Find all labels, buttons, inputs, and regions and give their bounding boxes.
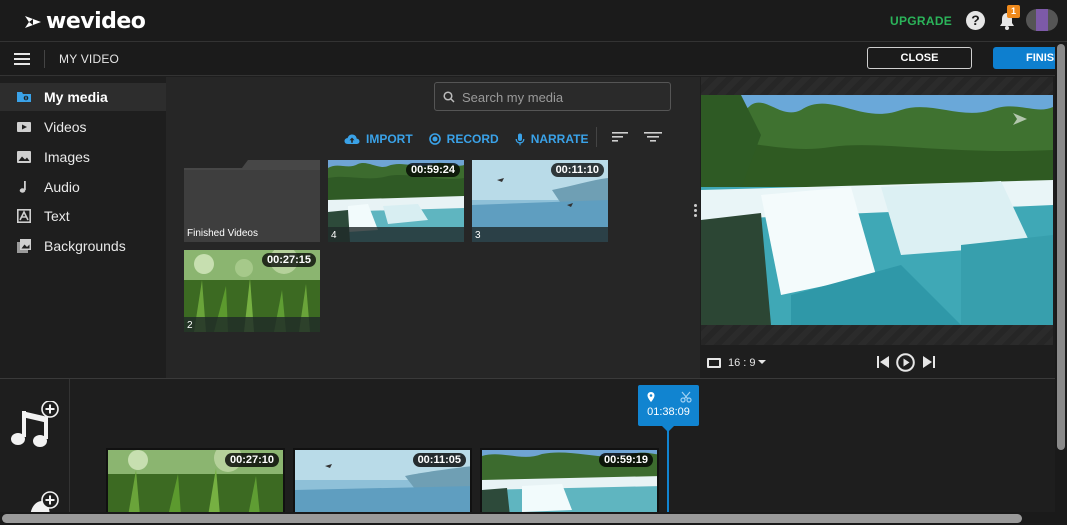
- media-item-video[interactable]: 00:27:15 2: [184, 250, 320, 332]
- cloud-upload-icon: [344, 134, 360, 144]
- narrate-label: NARRATE: [530, 132, 589, 146]
- playhead-line[interactable]: [667, 429, 669, 525]
- wevideo-editor: wevideo UPGRADE ? 1 MY VIDEO CLOSE FINIS…: [0, 0, 1067, 525]
- track-headers: [0, 379, 70, 525]
- media-item-video[interactable]: 00:11:10 3: [472, 160, 608, 242]
- import-label: IMPORT: [366, 132, 413, 146]
- microphone-icon: [515, 133, 525, 145]
- music-note-icon: [19, 181, 26, 193]
- thumbnail-strip: [328, 227, 464, 242]
- media-item-video[interactable]: 00:59:24 4: [328, 160, 464, 242]
- thumbnail-strip: [472, 227, 608, 242]
- menu-icon[interactable]: [14, 53, 30, 65]
- close-button[interactable]: CLOSE: [867, 47, 972, 69]
- timeline-clip[interactable]: 00:59:19: [480, 448, 659, 514]
- play-icon[interactable]: [896, 353, 915, 372]
- media-actions: IMPORT RECORD NARRATE: [344, 131, 604, 147]
- upgrade-link[interactable]: UPGRADE: [890, 14, 952, 28]
- item-number: 4: [331, 230, 337, 241]
- panel-resize-handle[interactable]: [694, 204, 698, 218]
- preview-panel: [701, 77, 1053, 345]
- sidebar-item-images[interactable]: Images: [0, 143, 166, 171]
- duration-badge: 00:27:10: [224, 453, 279, 467]
- skip-previous-icon[interactable]: [876, 354, 890, 370]
- duration-badge: 00:27:15: [261, 253, 316, 267]
- add-music-track-icon[interactable]: [10, 401, 60, 451]
- search-icon: [443, 91, 455, 103]
- duration-badge: 00:11:10: [550, 163, 604, 177]
- playhead-marker[interactable]: 01:38:09: [638, 385, 699, 426]
- folder-finished-videos[interactable]: Finished Videos: [184, 160, 320, 242]
- location-pin-icon[interactable]: [647, 392, 655, 402]
- video-icon: [17, 122, 31, 132]
- project-bar: MY VIDEO CLOSE FINISH: [0, 42, 1067, 76]
- record-icon: [428, 133, 441, 145]
- video-preview[interactable]: [701, 95, 1053, 325]
- horizontal-scrollbar[interactable]: [0, 512, 1055, 525]
- record-button[interactable]: RECORD: [428, 132, 499, 146]
- vertical-scrollbar[interactable]: [1055, 42, 1067, 525]
- sidebar-item-label: Audio: [44, 179, 80, 195]
- timeline: 00:27:10 00:11:05 00:59:19 01:38:09: [0, 378, 1055, 525]
- chevron-down-icon[interactable]: [758, 360, 766, 364]
- notification-count-badge: 1: [1007, 5, 1020, 18]
- sidebar-item-label: Text: [44, 208, 70, 224]
- duration-badge: 00:11:05: [412, 453, 466, 467]
- aspect-ratio-select[interactable]: 16 : 9: [728, 357, 756, 369]
- skip-next-icon[interactable]: [922, 354, 936, 370]
- sidebar-item-audio[interactable]: Audio: [0, 173, 166, 201]
- narrate-button[interactable]: NARRATE: [515, 132, 589, 146]
- sidebar-item-my-media[interactable]: My media: [0, 83, 166, 111]
- horizontal-scrollbar-thumb[interactable]: [2, 514, 1022, 523]
- vertical-scrollbar-thumb[interactable]: [1057, 44, 1065, 450]
- sidebar-item-label: Images: [44, 149, 90, 165]
- scissors-icon[interactable]: [680, 391, 692, 403]
- divider: [44, 50, 45, 68]
- user-avatar[interactable]: [1026, 9, 1058, 31]
- sidebar-item-videos[interactable]: Videos: [0, 113, 166, 141]
- duration-badge: 00:59:24: [405, 163, 460, 177]
- item-number: 3: [475, 230, 481, 241]
- logo-mark-icon: [25, 15, 41, 28]
- sidebar-item-label: Videos: [44, 119, 87, 135]
- backgrounds-icon: [17, 239, 31, 253]
- sidebar-item-backgrounds[interactable]: Backgrounds: [0, 232, 166, 260]
- sidebar-item-text[interactable]: Text: [0, 202, 166, 230]
- sidebar: My media Videos Images Audio Text Backgr…: [0, 77, 166, 378]
- preview-controls: 16 : 9: [701, 346, 1053, 378]
- wevideo-logo[interactable]: wevideo: [24, 9, 146, 34]
- folder-icon: [17, 92, 31, 102]
- search-input[interactable]: [462, 87, 662, 107]
- timeline-clip[interactable]: 00:27:10: [106, 448, 285, 514]
- help-icon[interactable]: ?: [966, 11, 985, 30]
- sidebar-item-label: Backgrounds: [44, 238, 126, 254]
- timeline-clip[interactable]: 00:11:05: [293, 448, 472, 514]
- top-bar: wevideo UPGRADE ? 1: [0, 0, 1067, 42]
- media-panel: IMPORT RECORD NARRATE: [166, 77, 700, 378]
- sidebar-item-label: My media: [44, 89, 108, 105]
- text-icon: [17, 209, 31, 223]
- filter-icon[interactable]: [644, 131, 662, 143]
- sort-icon[interactable]: [612, 132, 628, 142]
- duration-badge: 00:59:19: [598, 453, 653, 467]
- playhead-time: 01:38:09: [647, 406, 690, 418]
- image-icon: [17, 151, 31, 163]
- record-label: RECORD: [446, 132, 499, 146]
- item-number: 2: [187, 320, 193, 331]
- search-box[interactable]: [434, 82, 671, 111]
- logo-text: wevideo: [46, 9, 146, 34]
- divider: [596, 127, 597, 147]
- aspect-ratio-icon[interactable]: [707, 358, 721, 368]
- thumbnail-strip: [184, 317, 320, 332]
- preview-image: [701, 95, 1053, 325]
- project-title[interactable]: MY VIDEO: [59, 52, 119, 66]
- folder-label: Finished Videos: [187, 228, 258, 239]
- import-button[interactable]: IMPORT: [344, 132, 413, 146]
